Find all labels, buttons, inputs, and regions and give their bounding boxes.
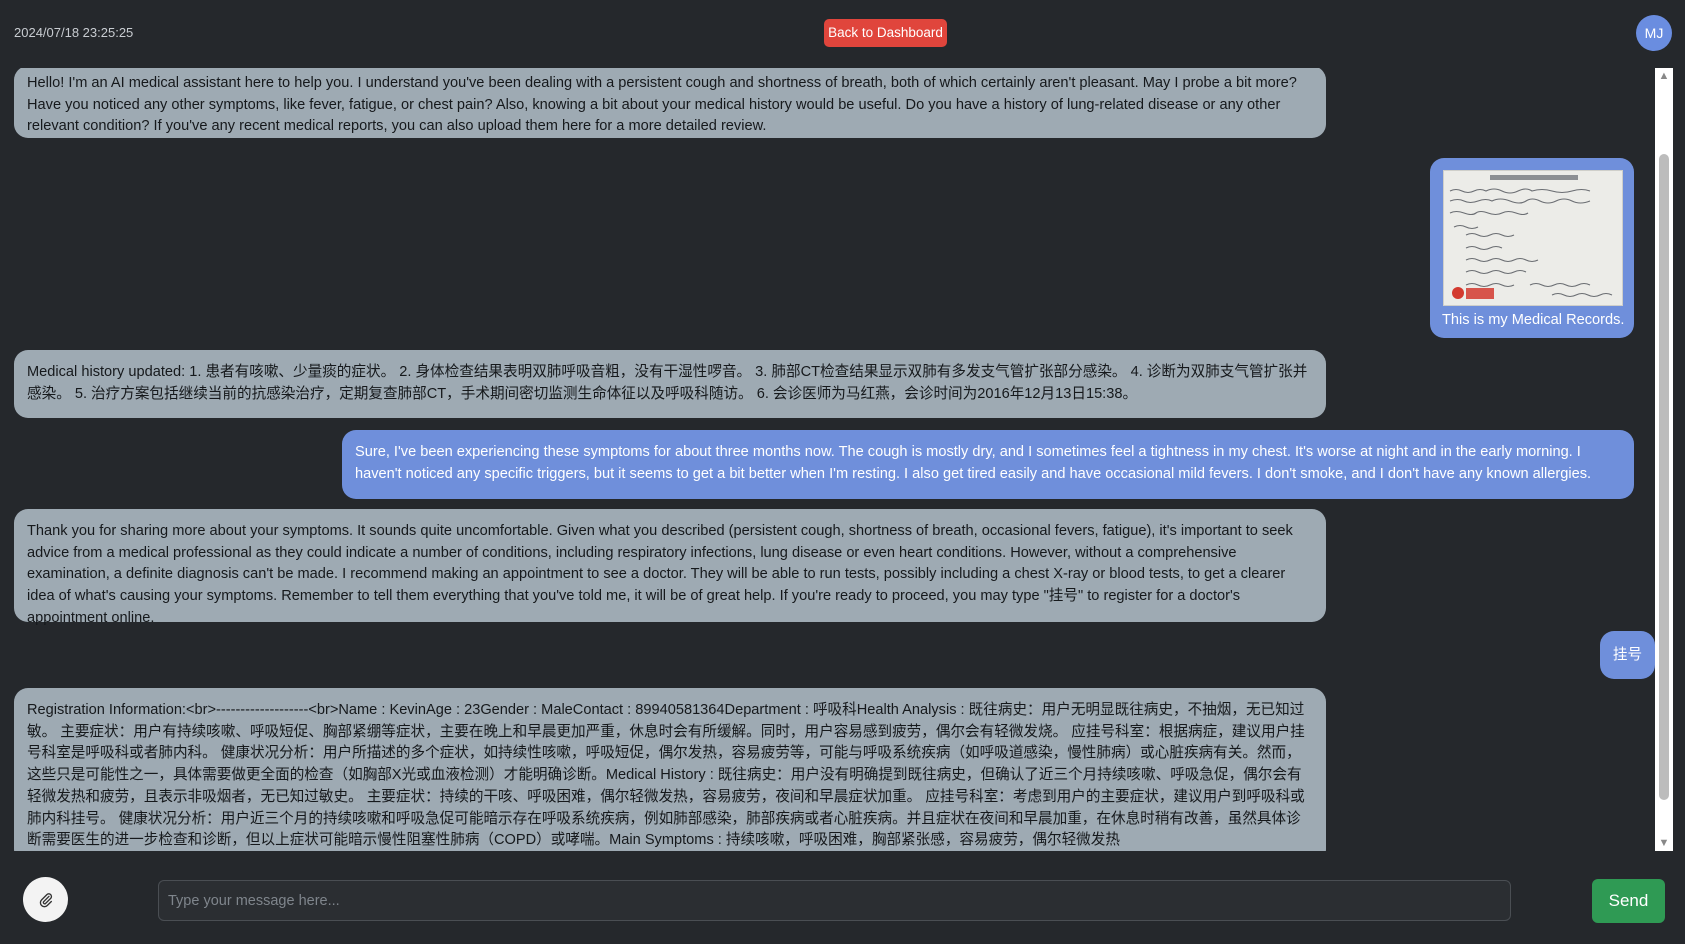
user-message-attachment: This is my Medical Records.	[1430, 158, 1634, 338]
triangle-down-icon[interactable]: ▼	[1655, 835, 1673, 851]
assistant-message: Hello! I'm an AI medical assistant here …	[14, 68, 1326, 138]
message-text: Registration Information:<br>-----------…	[27, 702, 1305, 849]
medical-record-thumbnail	[1444, 171, 1622, 305]
paperclip-icon	[39, 892, 52, 907]
chat-scrollbar[interactable]: ▲ ▼	[1655, 68, 1673, 851]
user-message: 挂号	[1600, 631, 1655, 679]
message-text: Hello! I'm an AI medical assistant here …	[27, 75, 1297, 135]
assistant-message: Registration Information:<br>-----------…	[14, 688, 1326, 851]
medical-record-image[interactable]	[1443, 170, 1623, 306]
message-text: Medical history updated: 1. 患者有咳嗽、少量痰的症状…	[27, 364, 1308, 402]
avatar[interactable]: MJ	[1636, 15, 1672, 51]
header-bar: 2024/07/18 23:25:25 Back to Dashboard MJ	[0, 0, 1685, 66]
attachment-caption: This is my Medical Records.	[1442, 312, 1625, 328]
user-message: Sure, I've been experiencing these sympt…	[342, 430, 1634, 499]
back-to-dashboard-button[interactable]: Back to Dashboard	[824, 19, 947, 47]
chat-app: 2024/07/18 23:25:25 Back to Dashboard MJ…	[0, 0, 1685, 944]
assistant-message: Medical history updated: 1. 患者有咳嗽、少量痰的症状…	[14, 350, 1326, 418]
attach-button[interactable]	[23, 877, 68, 922]
timestamp: 2024/07/18 23:25:25	[14, 25, 134, 40]
triangle-up-icon[interactable]: ▲	[1655, 68, 1673, 84]
assistant-message: Thank you for sharing more about your sy…	[14, 509, 1326, 626]
message-text: 挂号	[1612, 647, 1643, 663]
chat-messages[interactable]: Hello! I'm an AI medical assistant here …	[0, 68, 1655, 851]
message-text: Thank you for sharing more about your sy…	[27, 523, 1293, 626]
message-input[interactable]	[158, 880, 1511, 921]
scroll-thumb[interactable]	[1659, 154, 1669, 800]
send-button[interactable]: Send	[1592, 879, 1665, 923]
message-text: Sure, I've been experiencing these sympt…	[355, 444, 1592, 482]
